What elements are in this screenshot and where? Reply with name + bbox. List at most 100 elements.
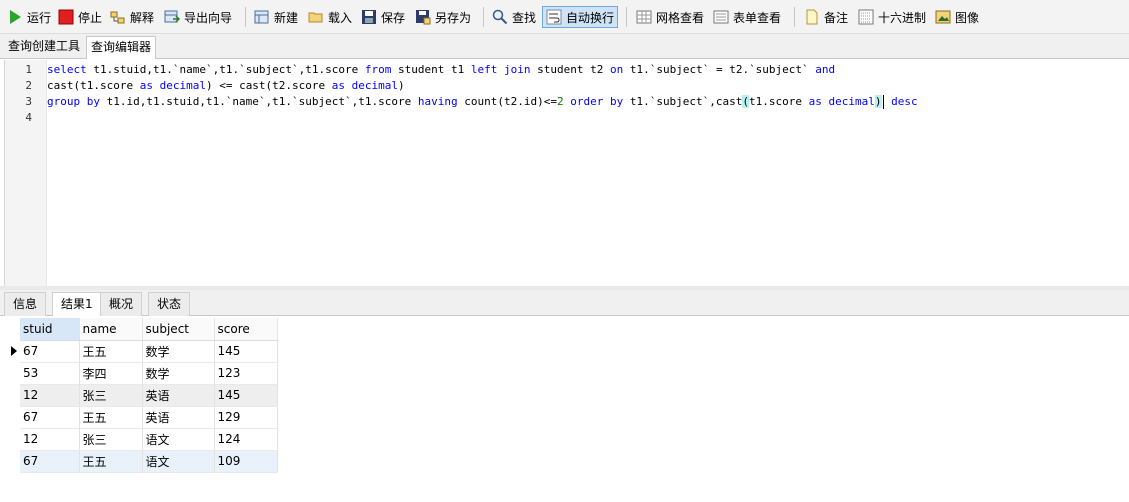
- cell[interactable]: 53: [20, 362, 80, 385]
- cell[interactable]: 语文: [142, 428, 215, 451]
- cell[interactable]: 145: [214, 340, 278, 363]
- word-wrap-label: 自动换行: [566, 10, 615, 25]
- table-row[interactable]: 67 王五 英语 129: [20, 406, 278, 429]
- sql-text: t1.id,t1.stuid,t1.`name`,t1.`subject`,t1…: [99, 95, 418, 108]
- line-number: 4: [25, 111, 32, 124]
- grid-icon: [636, 9, 652, 25]
- cell[interactable]: 张三: [79, 384, 143, 407]
- tab-query-editor[interactable]: 查询编辑器: [86, 36, 157, 59]
- cell[interactable]: 张三: [79, 428, 143, 451]
- cell[interactable]: 数学: [142, 340, 215, 363]
- explain-icon: [110, 9, 126, 25]
- cell[interactable]: 王五: [79, 450, 143, 473]
- column-header-name[interactable]: name: [79, 318, 143, 341]
- sql-text: t1.`subject`,cast: [623, 95, 743, 108]
- sql-text: count(t2.id)<=: [457, 95, 557, 108]
- toolbar-separator: [245, 7, 246, 27]
- table-row[interactable]: 67 王五 语文 109: [20, 450, 278, 473]
- export-wizard-button[interactable]: 导出向导: [161, 6, 235, 28]
- cell[interactable]: 数学: [142, 362, 215, 385]
- save-button[interactable]: 保存: [358, 6, 408, 28]
- editor-tab-bar: 查询创建工具 查询编辑器: [0, 34, 1129, 59]
- current-row-indicator[interactable]: [7, 340, 20, 362]
- memo-button[interactable]: 备注: [801, 6, 851, 28]
- sql-text: t1.stuid,t1.`name`,t1.`subject`,t1.score: [86, 63, 365, 76]
- cell[interactable]: 王五: [79, 340, 143, 363]
- cell[interactable]: 124: [214, 428, 278, 451]
- stop-icon: [58, 9, 74, 25]
- sql-keyword: select: [47, 63, 87, 76]
- sql-text: student t2: [530, 63, 610, 76]
- column-header-score[interactable]: score: [214, 318, 278, 341]
- column-header-stuid[interactable]: stuid: [20, 318, 80, 341]
- cell[interactable]: 12: [20, 428, 80, 451]
- word-wrap-toggle[interactable]: 自动换行: [542, 6, 619, 28]
- sql-number: 2: [556, 95, 564, 108]
- cell[interactable]: 129: [214, 406, 278, 429]
- export-icon: [164, 9, 181, 25]
- tab-result1[interactable]: 结果1: [52, 292, 102, 317]
- stop-button[interactable]: 停止: [55, 6, 105, 28]
- table-row[interactable]: 12 张三 英语 145: [20, 384, 278, 407]
- tab-status[interactable]: 状态: [148, 292, 191, 316]
- run-button[interactable]: 运行: [4, 6, 54, 28]
- table-row[interactable]: 67 王五 数学 145: [20, 340, 278, 363]
- cell[interactable]: 145: [214, 384, 278, 407]
- save-as-label: 另存为: [435, 10, 472, 25]
- save-as-button[interactable]: 另存为: [412, 6, 474, 28]
- row-indicator-header: [7, 318, 20, 340]
- cell[interactable]: 67: [20, 450, 80, 473]
- tab-info[interactable]: 信息: [4, 292, 47, 316]
- code-line-3: group by t1.id,t1.stuid,t1.`name`,t1.`su…: [47, 94, 918, 110]
- explain-label: 解释: [130, 10, 155, 25]
- cell[interactable]: 12: [20, 384, 80, 407]
- cell[interactable]: 英语: [142, 384, 215, 407]
- line-number: 2: [25, 79, 32, 92]
- new-button[interactable]: 新建: [251, 6, 301, 28]
- cell[interactable]: 109: [214, 450, 278, 473]
- cell[interactable]: 语文: [142, 450, 215, 473]
- cell[interactable]: 67: [20, 340, 80, 363]
- tab-profile[interactable]: 概况: [100, 292, 143, 316]
- save-icon: [361, 9, 377, 25]
- line-number: 3: [25, 95, 32, 108]
- table-row[interactable]: 12 张三 语文 124: [20, 428, 278, 451]
- toolbar-separator: [483, 7, 484, 27]
- cell[interactable]: 英语: [142, 406, 215, 429]
- hex-button[interactable]: 十六进制: [855, 6, 929, 28]
- form-view-label: 表单查看: [733, 10, 782, 25]
- toolbar: 运行 停止 解释 导出向导 新建 载入 保存 另存为 查找 自动换行 网格查看 …: [0, 0, 1129, 34]
- sql-keyword: as decimal: [808, 95, 875, 108]
- cell[interactable]: 李四: [79, 362, 143, 385]
- save-as-icon: [415, 9, 431, 25]
- toolbar-separator: [626, 7, 627, 27]
- line-number: 1: [25, 63, 32, 76]
- sql-editor[interactable]: 1 2 3 4 select t1.stuid,t1.`name`,t1.`su…: [4, 60, 1129, 286]
- image-button[interactable]: 图像: [932, 6, 982, 28]
- table-row[interactable]: 53 李四 数学 123: [20, 362, 278, 385]
- sql-keyword: having: [417, 95, 458, 108]
- hex-label: 十六进制: [878, 10, 927, 25]
- play-icon: [7, 9, 23, 25]
- grid-view-button[interactable]: 网格查看: [633, 6, 707, 28]
- run-label: 运行: [27, 10, 52, 25]
- sql-text: ): [398, 79, 405, 92]
- find-button[interactable]: 查找: [489, 6, 539, 28]
- image-label: 图像: [955, 10, 980, 25]
- explain-button[interactable]: 解释: [107, 6, 157, 28]
- memo-icon: [804, 9, 820, 25]
- row-indicator-column: [7, 318, 20, 362]
- cell[interactable]: 王五: [79, 406, 143, 429]
- stop-label: 停止: [78, 10, 103, 25]
- header-row: stuid name subject score: [20, 318, 278, 341]
- cell[interactable]: 123: [214, 362, 278, 385]
- form-view-button[interactable]: 表单查看: [710, 6, 784, 28]
- load-button[interactable]: 载入: [305, 6, 355, 28]
- cell[interactable]: 67: [20, 406, 80, 429]
- result-grid[interactable]: stuid name subject score 67 王五 数学 145 53…: [0, 316, 1129, 502]
- form-icon: [713, 9, 729, 25]
- find-label: 查找: [512, 10, 537, 25]
- tab-query-builder[interactable]: 查询创建工具: [4, 36, 84, 59]
- column-header-subject[interactable]: subject: [142, 318, 215, 341]
- row-pointer-icon: [11, 346, 17, 356]
